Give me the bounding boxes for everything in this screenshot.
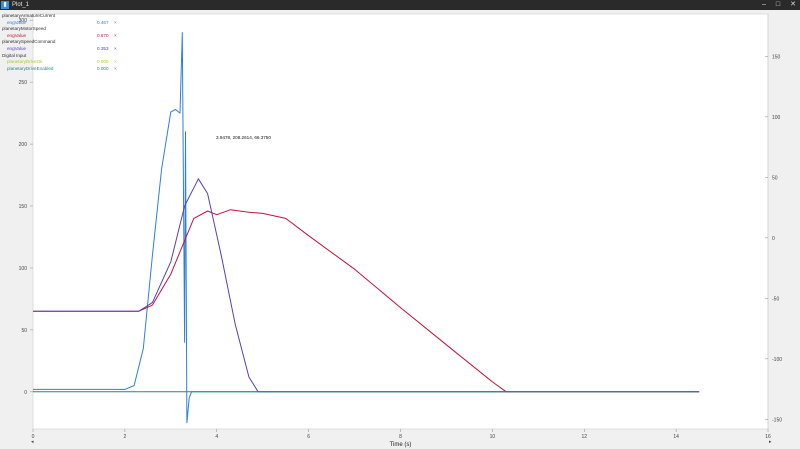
close-icon[interactable]: ✕ [790,0,796,10]
legend-item-label: engValue [7,32,27,38]
legend-group-name: planetaryMotorSpeed [2,26,46,32]
y2-tick-label: -100 [772,357,782,363]
window-controls: – □ ✕ [762,0,796,10]
y-tick-label: 200 [19,142,28,148]
plot-background [32,13,769,430]
minimize-icon[interactable]: – [762,0,766,10]
chart-svg[interactable]: 0 2 4 6 8 10 12 14 16050100150200250300-150-100-… [0,10,800,449]
window-title: Plot_1 [12,2,30,8]
legend-item-remove-icon[interactable]: × [114,33,117,40]
legend-group-name: planetaryArmatureCurrent [2,13,56,18]
plot-app-icon: ▮ [1,1,9,9]
legend-item-label: planetaryDriveOk [7,59,43,65]
x-tick-label: 4 [215,434,218,440]
legend-group-name: planetarySpeedCommand [2,39,56,45]
y2-tick-label: -150 [772,417,782,423]
scroll-right-icon: ▸ [769,439,772,445]
cursor-readout: 3.9478, 208.2614, 66.3750 [216,135,271,140]
legend-item-remove-icon[interactable]: × [114,20,117,27]
x-tick-label: 8 [399,434,402,440]
y2-tick-label: -50 [772,296,779,302]
y-tick-label: 50 [21,328,27,334]
x-tick-label: 10 [490,434,496,440]
legend-group-name: Digital Input [2,52,27,58]
x-tick-label: 6 [307,434,310,440]
y-tick-label: 100 [19,266,28,272]
y2-tick-label: 100 [772,115,781,121]
window-titlebar: ▮ Plot_1 – □ ✕ [0,0,800,10]
y2-tick-label: 0 [772,236,775,242]
legend-item-remove-icon[interactable]: × [114,46,117,53]
y-tick-label: 150 [19,204,28,210]
legend-item-label: engValue [7,45,27,51]
y-tick-label: 0 [24,390,27,396]
x-tick-label: 2 [123,434,126,440]
y2-tick-label: 50 [772,175,778,181]
legend-item-value: 0.670 [97,32,109,38]
legend-item-label: planetaryDriveEnabled [7,65,54,71]
maximize-icon[interactable]: □ [776,0,780,10]
legend-item-value: 0.000 [97,65,109,71]
y-tick-label: 250 [19,80,28,86]
plot-area[interactable]: 0 2 4 6 8 10 12 14 16 0 50 100 150 200 250 300 -150 -100-… [0,10,800,449]
legend-item-remove-icon[interactable]: × [114,66,117,73]
legend-item-remove-icon[interactable]: × [114,59,117,66]
x-tick-label: 14 [673,434,679,440]
legend-item-value: 0.000 [97,59,109,65]
x-tick-label: 12 [581,434,587,440]
y2-tick-label: 150 [772,54,781,60]
legend-item-value: 0.353 [97,45,109,51]
x-axis-title: Time (s) [390,442,412,448]
legend-item-label: engValue [7,19,27,25]
legend-item-value: 0.467 [97,19,109,25]
